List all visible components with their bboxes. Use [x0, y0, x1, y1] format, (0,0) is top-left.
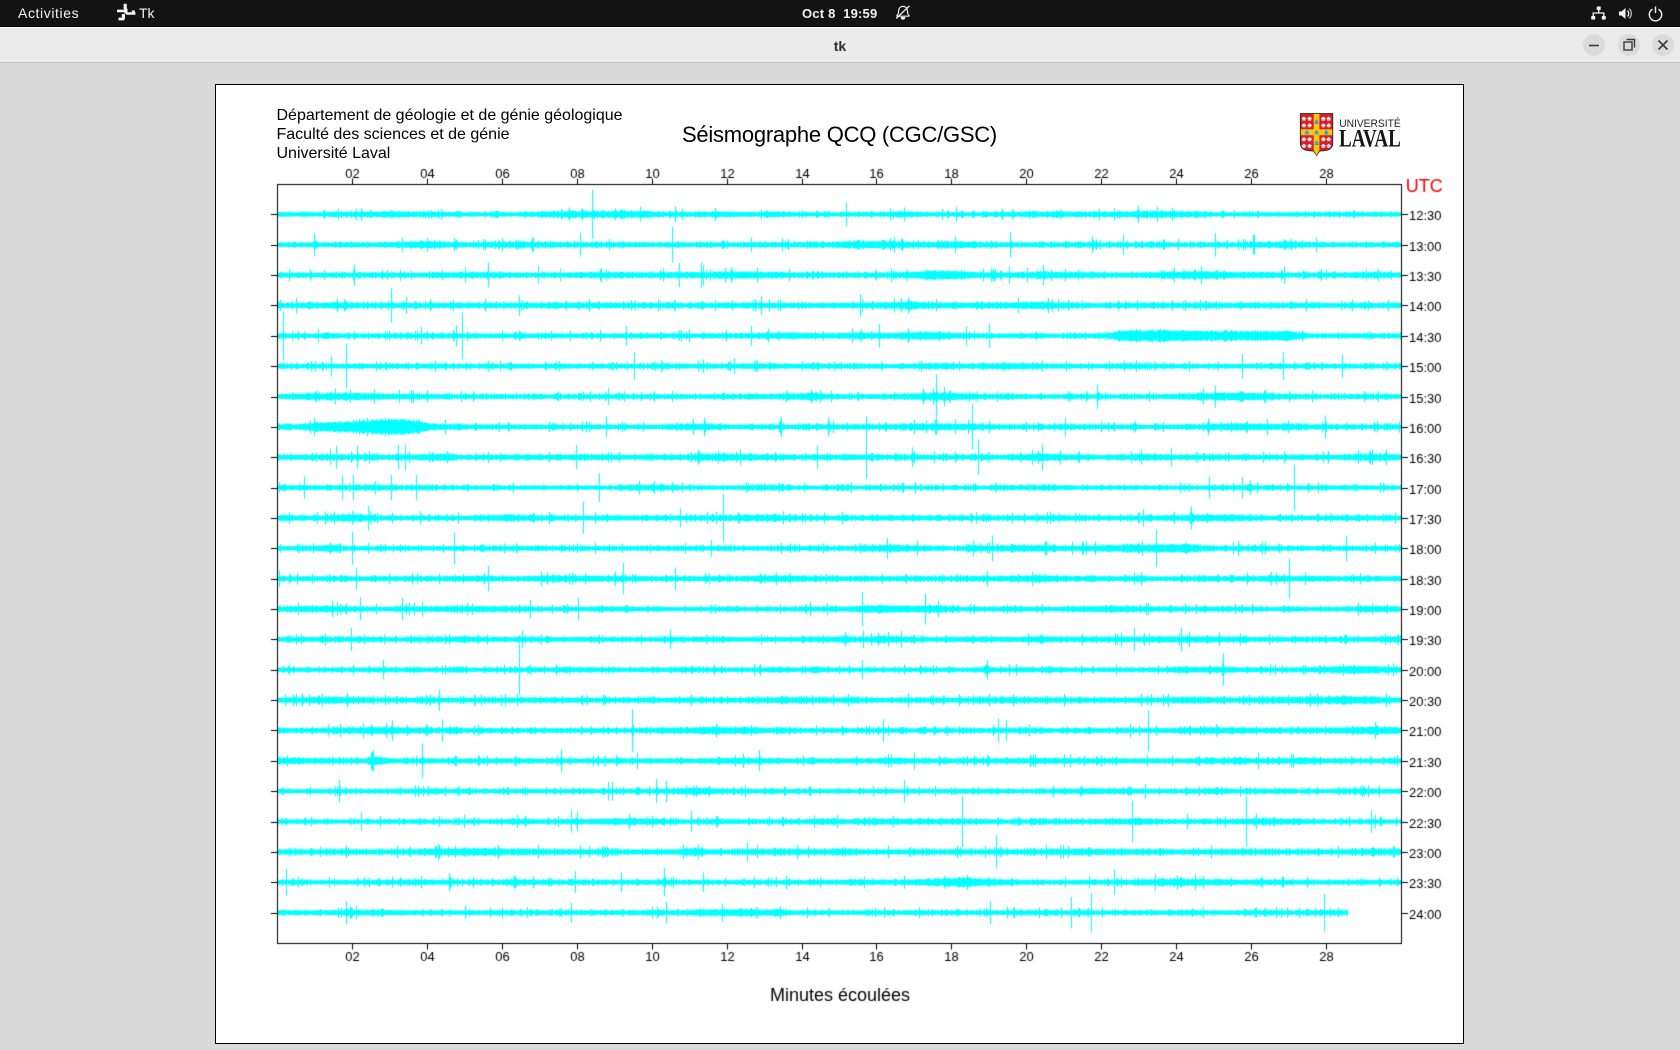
- svg-text:LAVAL: LAVAL: [1339, 123, 1401, 152]
